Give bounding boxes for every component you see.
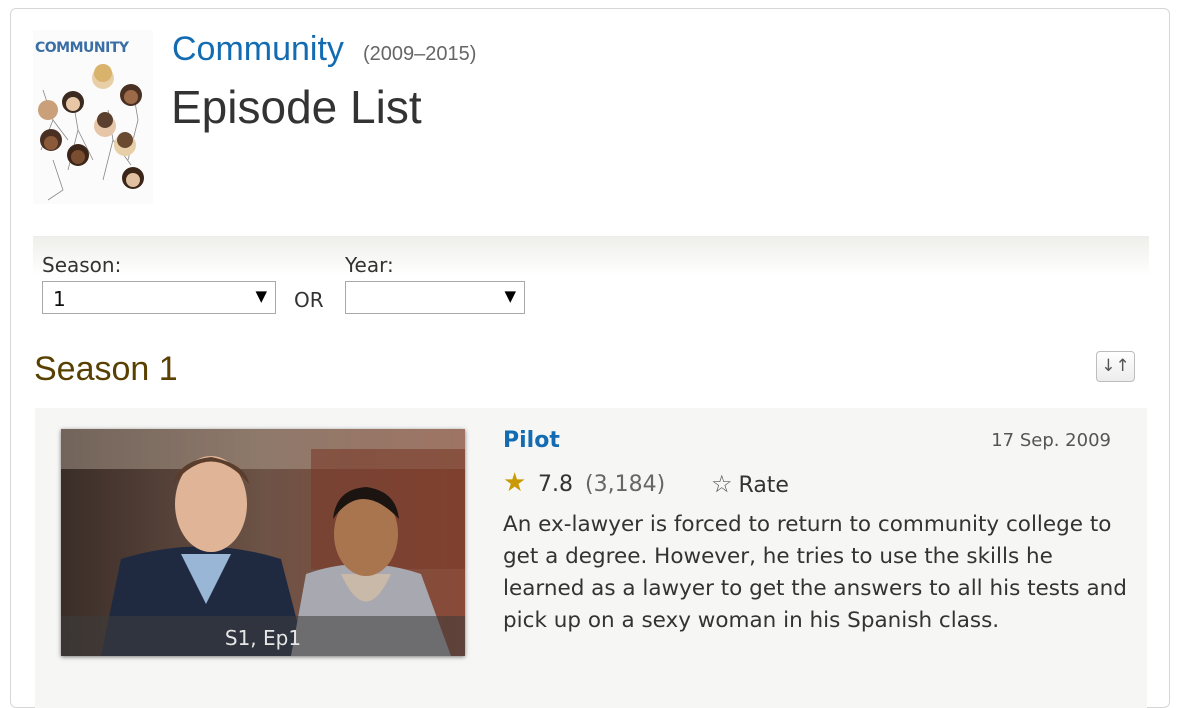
season-select-value: 1 [53,287,66,311]
year-label: Year: [345,253,394,277]
rate-label: Rate [738,473,789,498]
year-select[interactable]: ▼ [345,281,525,314]
show-title-link[interactable]: Community [172,30,344,69]
air-date: 17 Sep. 2009 [991,430,1111,451]
episode-description: An ex-lawyer is forced to return to comm… [503,512,1127,633]
dropdown-arrow-icon: ▼ [255,287,267,305]
season-heading: Season 1 [34,350,178,388]
rating-count: (3,184) [585,472,666,497]
page-title: Episode List [171,81,422,133]
episode-title-link[interactable]: Pilot [503,428,560,453]
sort-toggle-icon: ↓↑ [1101,356,1130,376]
poster-logo: COMMUNITY [35,40,129,56]
episode-code: S1, Ep1 [61,616,465,656]
episode-thumbnail[interactable]: S1, Ep1 [61,429,465,656]
rate-button[interactable]: ☆ Rate [711,470,789,498]
season-select[interactable]: 1 ▼ [42,281,276,314]
or-label: OR [294,288,324,312]
show-poster[interactable]: COMMUNITY [33,30,153,204]
episode-item: S1, Ep1 Pilot 17 Sep. 2009 ★ 7.8 (3,184)… [35,408,1147,708]
star-outline-icon: ☆ [711,470,733,498]
filter-bar [33,236,1149,276]
sort-order-button[interactable]: ↓↑ [1096,351,1135,382]
season-label: Season: [42,253,122,277]
star-icon: ★ [503,468,527,498]
dropdown-arrow-icon: ▼ [504,287,516,305]
poster-art [38,64,144,201]
show-years: (2009–2015) [363,43,477,65]
rating-value: 7.8 [538,472,573,497]
